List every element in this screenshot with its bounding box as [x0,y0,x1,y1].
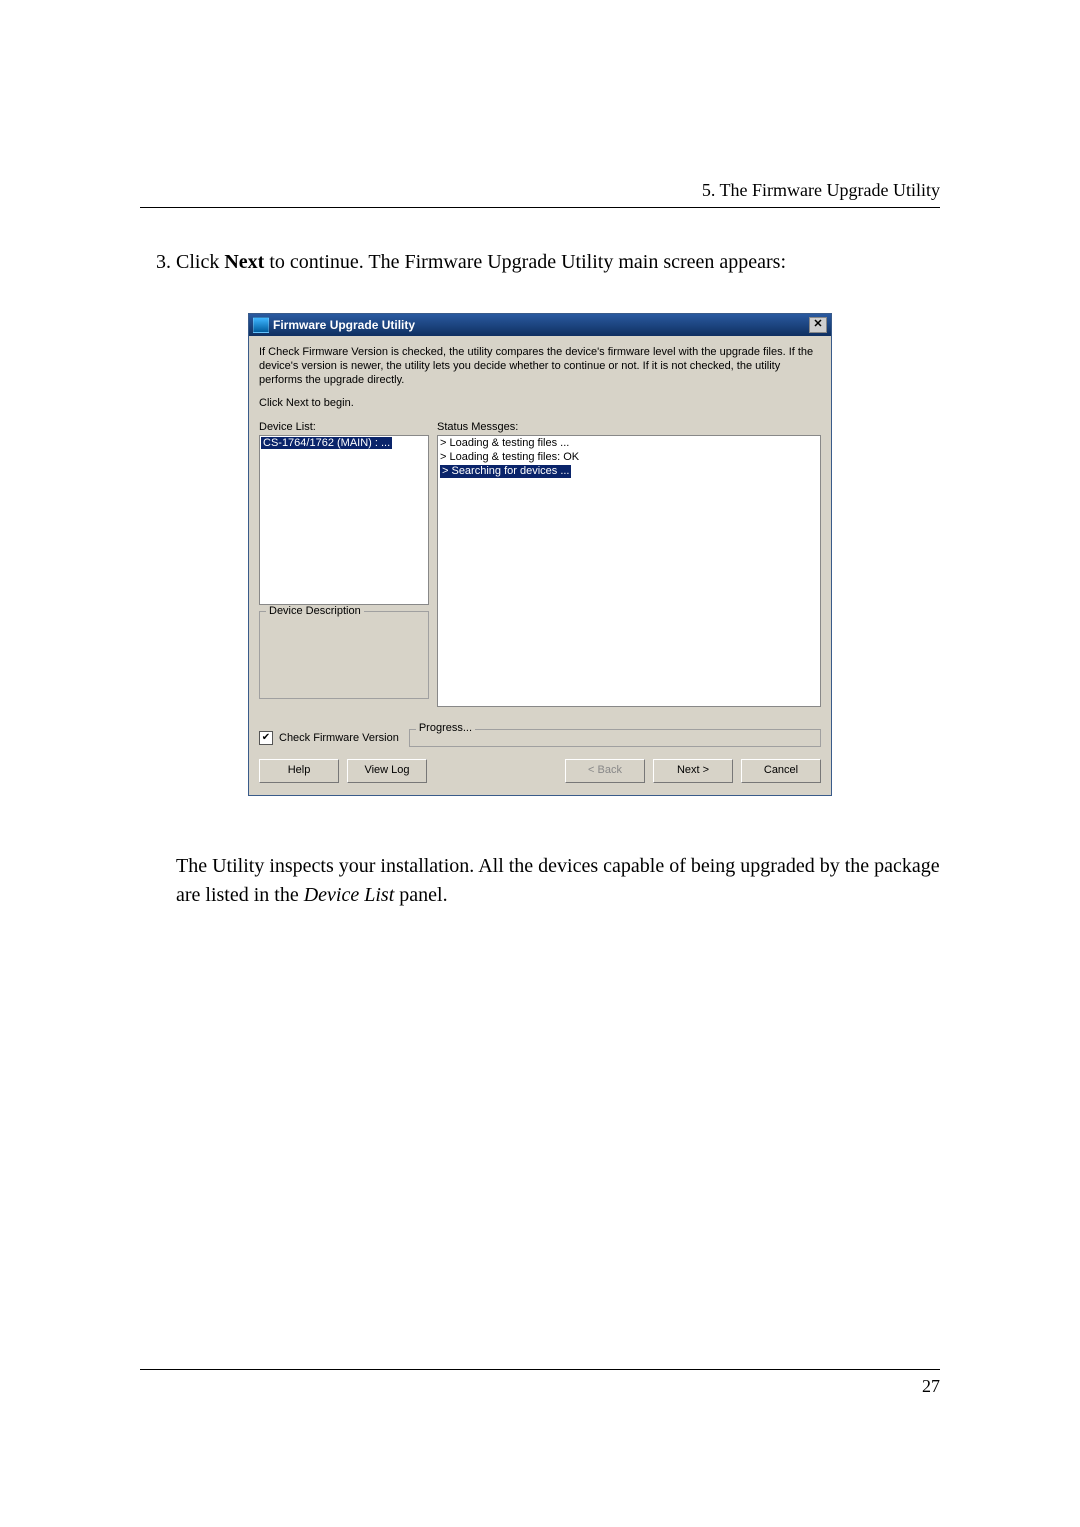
device-description-group: Device Description [259,611,429,699]
explain-italic: Device List [304,884,395,906]
button-row: Help View Log < Back Next > Cancel [259,759,821,783]
firmware-dialog: Firmware Upgrade Utility ✕ If Check Firm… [248,313,832,796]
back-button[interactable]: < Back [565,759,645,783]
status-line-highlighted: > Searching for devices ... [440,465,571,479]
cancel-button[interactable]: Cancel [741,759,821,783]
explain-text: The Utility inspects your installation. … [140,852,940,910]
click-next-text: Click Next to begin. [259,397,821,411]
header-rule [140,207,940,208]
progress-legend: Progress... [416,722,475,734]
app-icon [253,317,269,333]
step-item: Click Next to continue. The Firmware Upg… [176,248,940,277]
status-line: > Loading & testing files: OK [440,451,818,465]
titlebar: Firmware Upgrade Utility ✕ [249,314,831,336]
page-number: 27 [140,1376,940,1397]
progress-bar: Progress... [409,729,821,747]
status-label: Status Messges: [437,421,821,433]
step-text-b: to continue. The Firmware Upgrade Utilit… [264,251,786,273]
dialog-body: If Check Firmware Version is checked, th… [249,336,831,795]
page-footer: 27 [140,1369,940,1397]
step-text-bold: Next [224,251,264,273]
status-messages-box[interactable]: > Loading & testing files ... > Loading … [437,435,821,707]
step-text-a: Click [176,251,224,273]
explain-b: panel. [394,884,447,906]
device-listbox[interactable]: CS-1764/1762 (MAIN) : ... [259,435,429,605]
options-row: ✔ Check Firmware Version Progress... [259,729,821,747]
view-log-button[interactable]: View Log [347,759,427,783]
check-firmware-checkbox[interactable]: ✔ [259,731,273,745]
intro-text: If Check Firmware Version is checked, th… [259,346,821,387]
next-button[interactable]: Next > [653,759,733,783]
check-firmware-label: Check Firmware Version [279,732,399,744]
close-icon[interactable]: ✕ [809,317,827,333]
help-button[interactable]: Help [259,759,339,783]
device-list-item[interactable]: CS-1764/1762 (MAIN) : ... [261,437,392,449]
dialog-title: Firmware Upgrade Utility [273,318,415,332]
explain-a: The Utility inspects your installation. … [176,855,940,906]
device-description-legend: Device Description [266,605,364,617]
status-line: > Loading & testing files ... [440,437,818,451]
running-header: 5. The Firmware Upgrade Utility [140,180,940,201]
step-list: Click Next to continue. The Firmware Upg… [140,248,940,277]
device-list-label: Device List: [259,421,429,433]
footer-rule [140,1369,940,1370]
